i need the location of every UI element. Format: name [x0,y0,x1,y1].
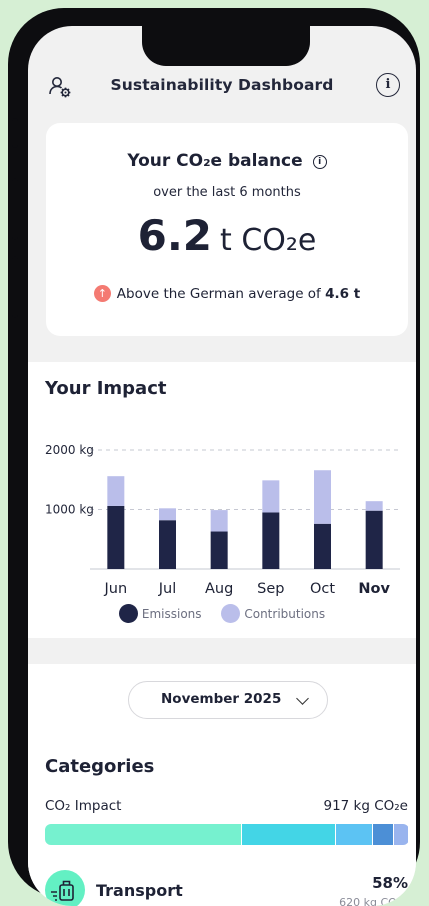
category-bar-segment [45,824,241,845]
impact-section: Your Impact 2000 kg 1000 kg Jun Jul Aug Sep Oc… [28,362,416,638]
categories-section: November 2025 Categories CO₂ Impact 917 … [28,664,416,906]
phone-frame: Sustainability Dashboard i Your CO₂e bal… [8,8,420,906]
bar-contributions-sep [262,480,280,513]
chart-legend: Emissions Contributions [28,604,416,623]
balance-info-icon[interactable]: i [312,155,327,169]
x-tick-label: Nov [358,581,390,597]
category-amount-transport: 620 kg CO₂e [339,896,408,906]
balance-value-row: 6.2 t CO₂e [46,211,408,260]
x-tick-label: Aug [205,581,233,597]
x-tick-label: Jun [104,581,128,597]
legend-item-emissions[interactable]: Emissions [118,604,205,623]
legend-swatch-contributions [221,604,241,623]
category-bar-segment [241,824,336,845]
legend-item-contributions[interactable]: Contributions [221,604,326,623]
comparison-value: 4.6 t [325,286,361,302]
balance-comparison: ↑ Above the German average of 4.6 t [46,285,408,302]
x-tick-label: Oct [310,581,335,597]
bar-emissions-oct [314,523,331,569]
bar-contributions-nov [365,501,383,511]
co2-impact-label: CO₂ Impact [45,798,122,814]
balance-title-row: Your CO₂e balance i [46,151,408,171]
camera-notch [142,26,310,66]
bar-contributions-jul [159,508,176,521]
app-screen: Sustainability Dashboard i Your CO₂e bal… [28,26,416,906]
category-bar-segment [372,824,394,845]
bar-emissions-jul [159,520,176,569]
y-tick-label: 2000 kg [45,443,94,457]
balance-title: Your CO₂e balance [127,151,303,171]
legend-label-emissions: Emissions [141,607,202,621]
info-icon[interactable]: i [376,73,400,97]
bar-emissions-jun [107,505,125,569]
impact-chart: 2000 kg 1000 kg Jun Jul Aug Sep Oct Nov [45,443,400,597]
app-header: Sustainability Dashboard i [28,70,416,110]
category-bar-segment [394,824,408,845]
arrow-up-icon: ↑ [93,285,111,302]
month-selector[interactable]: November 2025 [128,681,328,719]
phone-side-button [12,118,18,148]
bar-emissions-aug [210,531,228,569]
month-selector-value: November 2025 [161,691,282,707]
bar-emissions-nov [365,510,383,569]
x-tick-label: Sep [257,581,284,597]
category-percent-transport: 58% [372,874,408,892]
categories-title: Categories [45,756,155,777]
bar-contributions-oct [314,470,331,524]
y-tick-label: 1000 kg [45,503,94,517]
page-title: Sustainability Dashboard [110,76,334,94]
luggage-icon [45,870,85,906]
balance-unit: t CO₂e [220,223,317,258]
phone-volume-down-button [12,256,18,318]
x-tick-label: Jul [158,581,177,597]
category-share-bar[interactable] [45,824,409,845]
chevron-down-icon [296,692,309,705]
bar-emissions-sep [262,512,280,569]
bar-contributions-jun [107,476,125,506]
balance-value: 6.2 [137,211,213,260]
comparison-text: Above the German average of [116,286,321,302]
legend-swatch-emissions [118,604,138,623]
balance-subtitle: over the last 6 months [153,185,301,200]
category-bar-segment [336,824,372,845]
phone-volume-up-button [12,178,18,240]
bar-contributions-aug [210,510,228,532]
legend-label-contributions: Contributions [244,607,326,621]
co2-balance-card: Your CO₂e balance i over the last 6 month… [46,123,408,336]
co2-impact-value: 917 kg CO₂e [323,798,408,814]
category-label-transport[interactable]: Transport [96,881,183,900]
